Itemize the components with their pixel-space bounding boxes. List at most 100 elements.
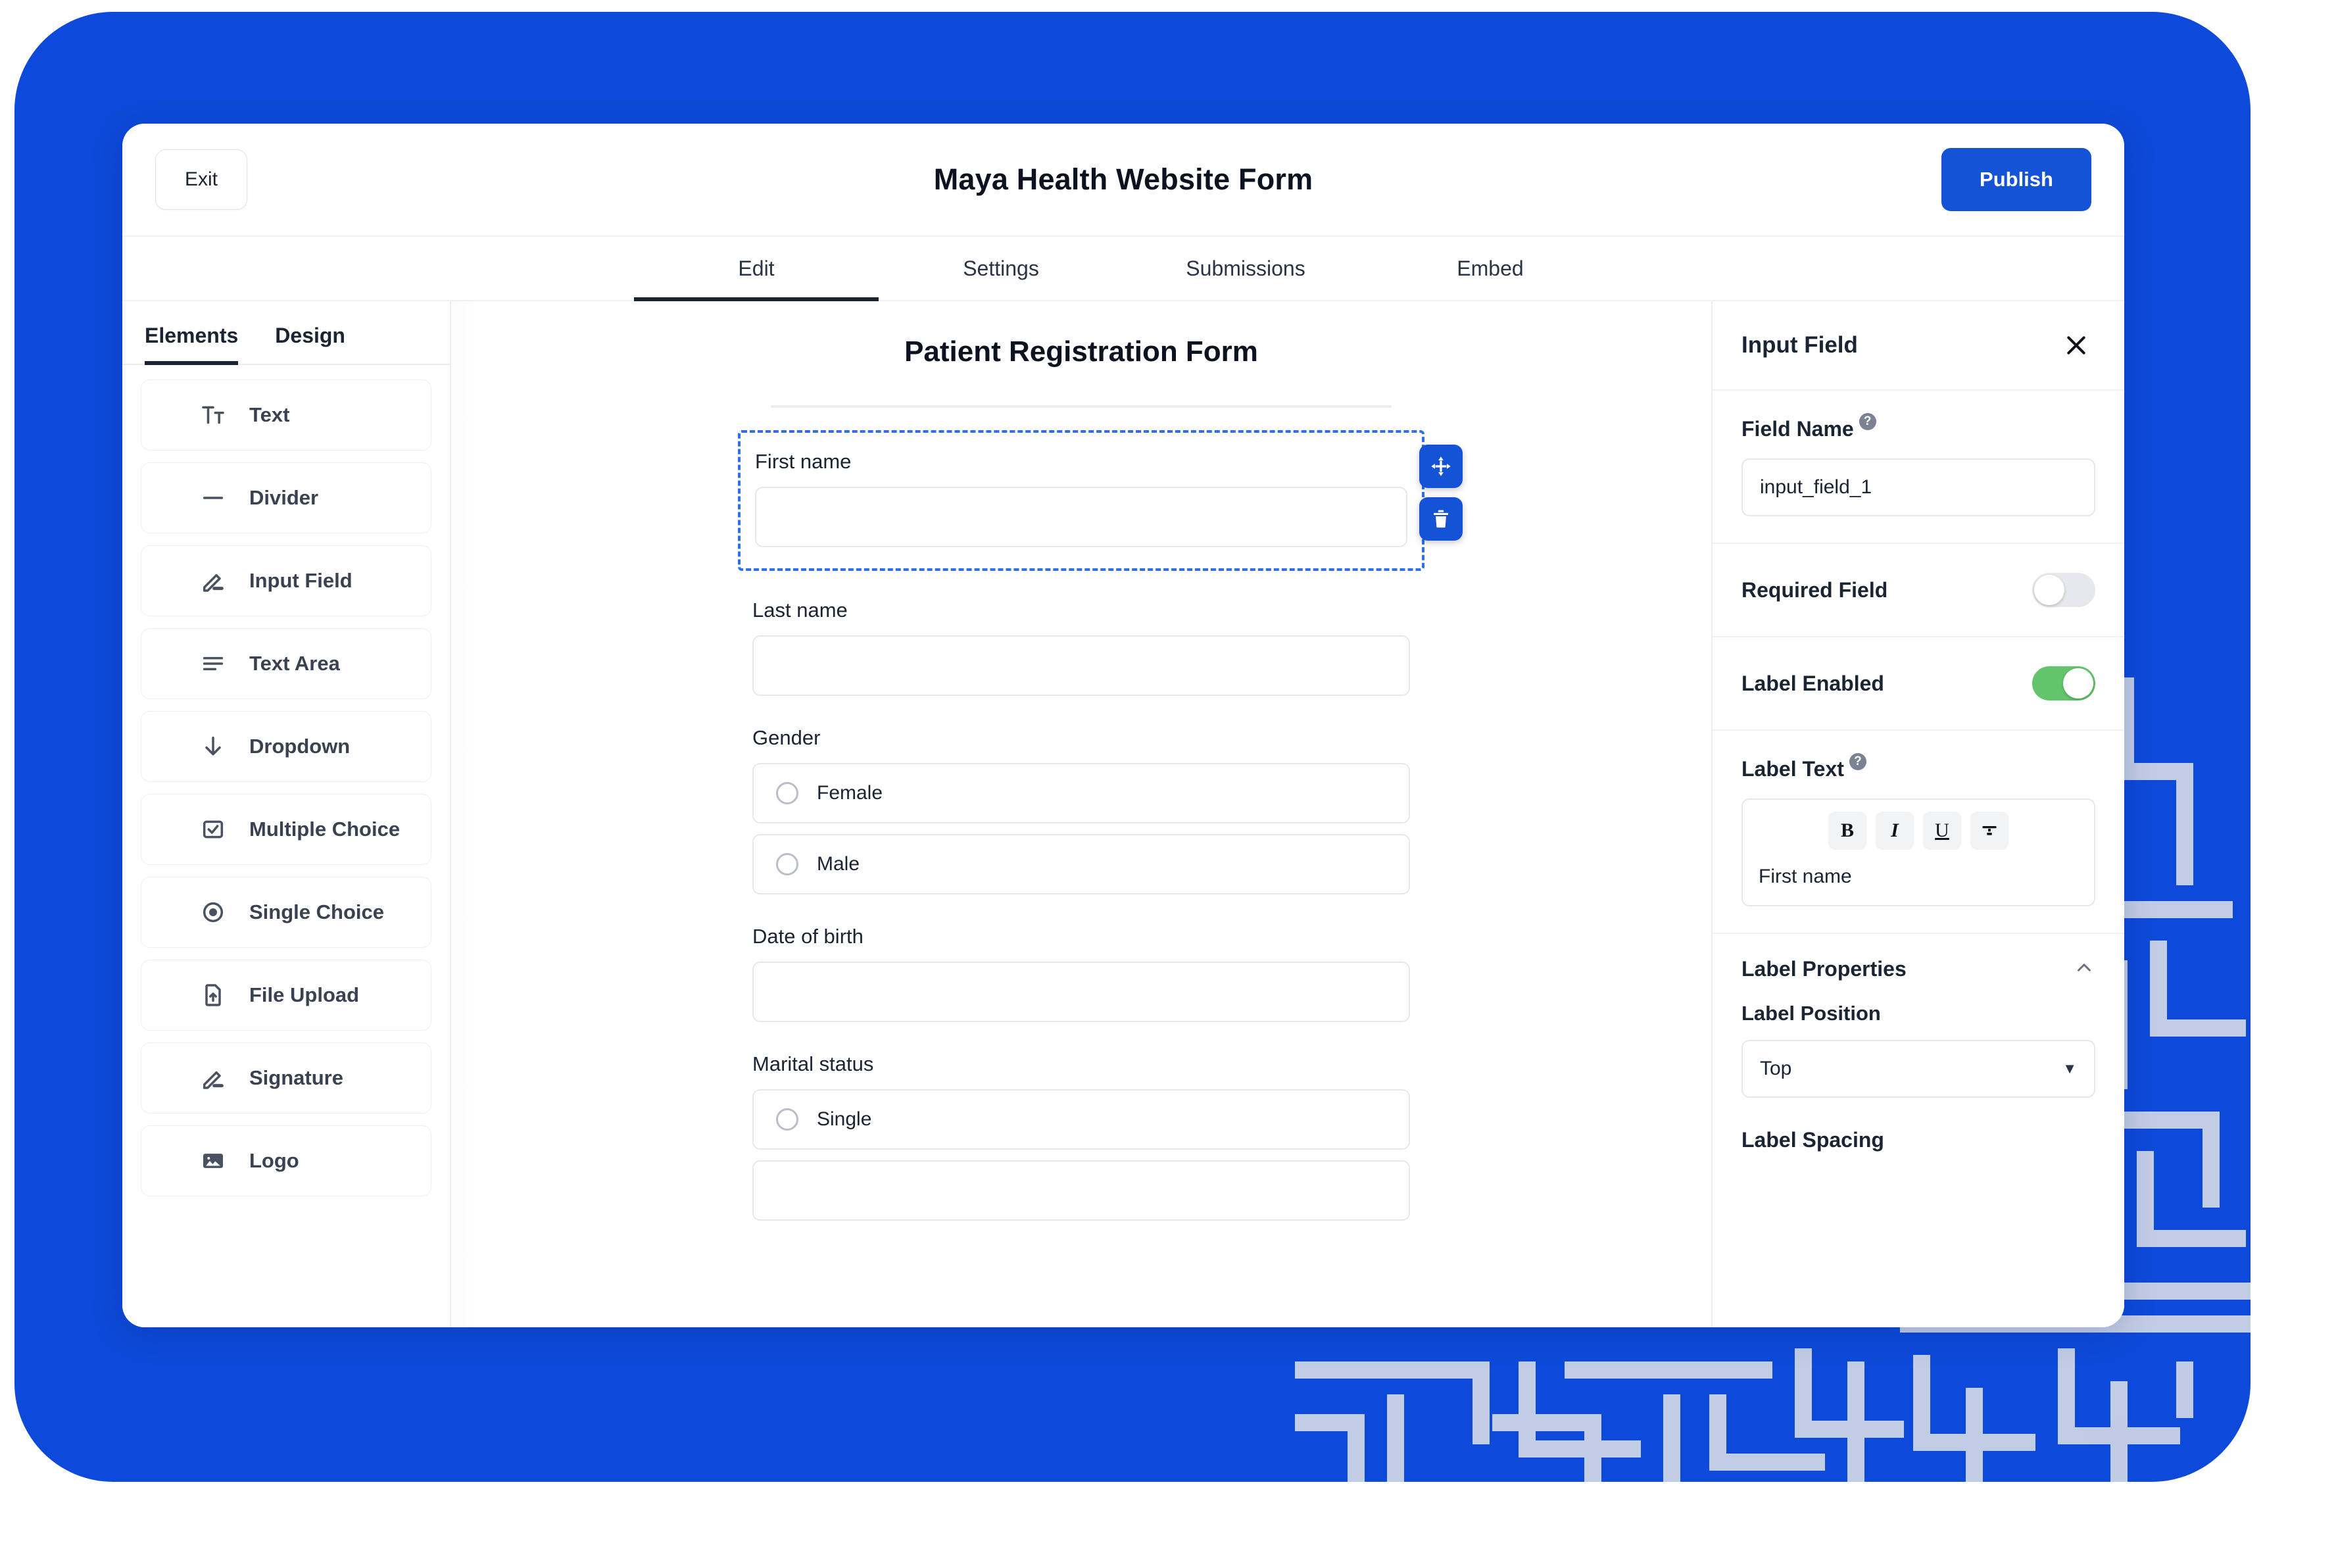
divider-icon	[198, 483, 228, 513]
text-format-icon	[198, 400, 228, 430]
required-field-toggle[interactable]	[2032, 573, 2095, 607]
element-file-upload[interactable]: File Upload	[141, 960, 431, 1031]
field-label: Gender	[752, 726, 821, 749]
radio-option-female[interactable]: Female	[752, 763, 1410, 823]
last-name-input[interactable]	[752, 635, 1410, 696]
tab-submissions[interactable]: Submissions	[1123, 237, 1368, 300]
date-of-birth-input[interactable]	[752, 962, 1410, 1022]
tab-settings[interactable]: Settings	[879, 237, 1123, 300]
option-label: Female	[817, 782, 883, 804]
form-divider	[771, 405, 1392, 408]
rte-toolbar: B I U	[1756, 812, 2081, 850]
app-header: Exit Maya Health Website Form Publish	[122, 124, 2124, 235]
form-field-last-name[interactable]: Last name	[752, 599, 1410, 696]
elements-sidebar: Elements Design Text Divider Input Field…	[122, 301, 451, 1327]
radio-option-single[interactable]: Single	[752, 1089, 1410, 1150]
properties-header: Input Field	[1713, 301, 2124, 391]
label-rich-text-editor[interactable]: B I U First name	[1741, 798, 2095, 906]
form-field-gender[interactable]: Gender Female Male	[752, 726, 1410, 894]
form-field-first-name[interactable]: First name	[738, 430, 1463, 571]
elements-list: Text Divider Input Field Text Area Dropd…	[122, 365, 450, 1208]
sidebar-tab-design[interactable]: Design	[275, 301, 345, 364]
image-icon	[198, 1146, 228, 1176]
chevron-down-icon: ▼	[2062, 1060, 2077, 1077]
field-label: Date of birth	[752, 925, 864, 948]
sidebar-tabs: Elements Design	[122, 301, 450, 365]
file-upload-icon	[198, 980, 228, 1010]
label-position-select[interactable]: Top ▼	[1741, 1040, 2095, 1098]
element-label: Multiple Choice	[249, 818, 401, 841]
element-dropdown[interactable]: Dropdown	[141, 711, 431, 782]
close-icon[interactable]	[2057, 326, 2095, 364]
bold-button[interactable]: B	[1828, 812, 1866, 850]
required-field-label: Required Field	[1741, 577, 1888, 602]
label-text-value[interactable]: First name	[1756, 866, 2081, 888]
element-label: Signature	[249, 1066, 343, 1089]
form-title: Patient Registration Form	[904, 335, 1258, 368]
radio-icon	[198, 897, 228, 927]
form-field-marital-status[interactable]: Marital status Single	[752, 1052, 1410, 1221]
field-name-input[interactable]	[1741, 458, 2095, 516]
tab-embed[interactable]: Embed	[1368, 237, 1613, 300]
label-enabled-section: Label Enabled	[1713, 637, 2124, 731]
label-properties-title: Label Properties	[1741, 957, 1907, 981]
radio-icon	[776, 853, 798, 875]
sidebar-tab-elements[interactable]: Elements	[145, 301, 239, 365]
help-icon[interactable]: ?	[1859, 413, 1876, 430]
label-position-label: Label Position	[1741, 1002, 1881, 1025]
element-text-area[interactable]: Text Area	[141, 628, 431, 699]
label-properties-accordion[interactable]: Label Properties	[1713, 934, 2124, 982]
element-signature[interactable]: Signature	[141, 1042, 431, 1114]
publish-button[interactable]: Publish	[1941, 148, 2091, 211]
page-title: Maya Health Website Form	[933, 162, 1313, 196]
move-handle[interactable]	[1419, 445, 1463, 488]
element-label: Dropdown	[249, 735, 351, 758]
label-position-section: Label Position Top ▼	[1713, 982, 2124, 1098]
properties-title: Input Field	[1741, 332, 1858, 358]
form-canvas[interactable]: Patient Registration Form First name Las…	[451, 301, 1711, 1327]
underline-button[interactable]: U	[1923, 812, 1961, 850]
strikethrough-button[interactable]	[1970, 812, 2008, 850]
element-label: Text	[249, 403, 290, 426]
option-label: Single	[817, 1108, 872, 1130]
help-icon[interactable]: ?	[1849, 753, 1866, 770]
text-lines-icon	[198, 649, 228, 679]
first-name-input[interactable]	[755, 487, 1407, 547]
toggle-knob	[2034, 575, 2064, 605]
element-label: Single Choice	[249, 900, 384, 923]
radio-icon	[776, 1108, 798, 1131]
element-text[interactable]: Text	[141, 380, 431, 451]
field-name-section: Field Name ?	[1713, 391, 2124, 544]
toggle-knob	[2063, 668, 2093, 698]
field-label: Marital status	[752, 1052, 874, 1075]
label-position-value: Top	[1760, 1058, 1792, 1079]
checkbox-icon	[198, 814, 228, 845]
main-tabs: Edit Settings Submissions Embed	[122, 235, 2124, 301]
element-label: Input Field	[249, 569, 353, 592]
label-text: Field Name	[1741, 417, 1854, 441]
field-name-label: Field Name ?	[1741, 413, 1876, 441]
label-text: Label Text	[1741, 757, 1844, 781]
label-enabled-toggle[interactable]	[2032, 666, 2095, 700]
field-toolbar	[1419, 445, 1463, 541]
element-logo[interactable]: Logo	[141, 1125, 431, 1196]
italic-button[interactable]: I	[1876, 812, 1914, 850]
element-label: File Upload	[249, 983, 360, 1006]
label-text-section: Label Text ? B I U First name	[1713, 731, 2124, 934]
exit-button[interactable]: Exit	[155, 149, 247, 210]
arrow-down-icon	[198, 731, 228, 762]
element-divider[interactable]: Divider	[141, 462, 431, 533]
element-multiple-choice[interactable]: Multiple Choice	[141, 794, 431, 865]
tab-edit[interactable]: Edit	[634, 237, 879, 301]
element-single-choice[interactable]: Single Choice	[141, 877, 431, 948]
radio-option-male[interactable]: Male	[752, 834, 1410, 894]
element-label: Text Area	[249, 652, 340, 675]
element-input-field[interactable]: Input Field	[141, 545, 431, 616]
option-label: Male	[817, 853, 860, 875]
radio-option-next[interactable]	[752, 1160, 1410, 1221]
delete-field-button[interactable]	[1419, 497, 1463, 541]
editor-body: Elements Design Text Divider Input Field…	[122, 301, 2124, 1327]
form-field-date-of-birth[interactable]: Date of birth	[752, 925, 1410, 1022]
radio-icon	[776, 782, 798, 804]
element-label: Divider	[249, 486, 319, 509]
